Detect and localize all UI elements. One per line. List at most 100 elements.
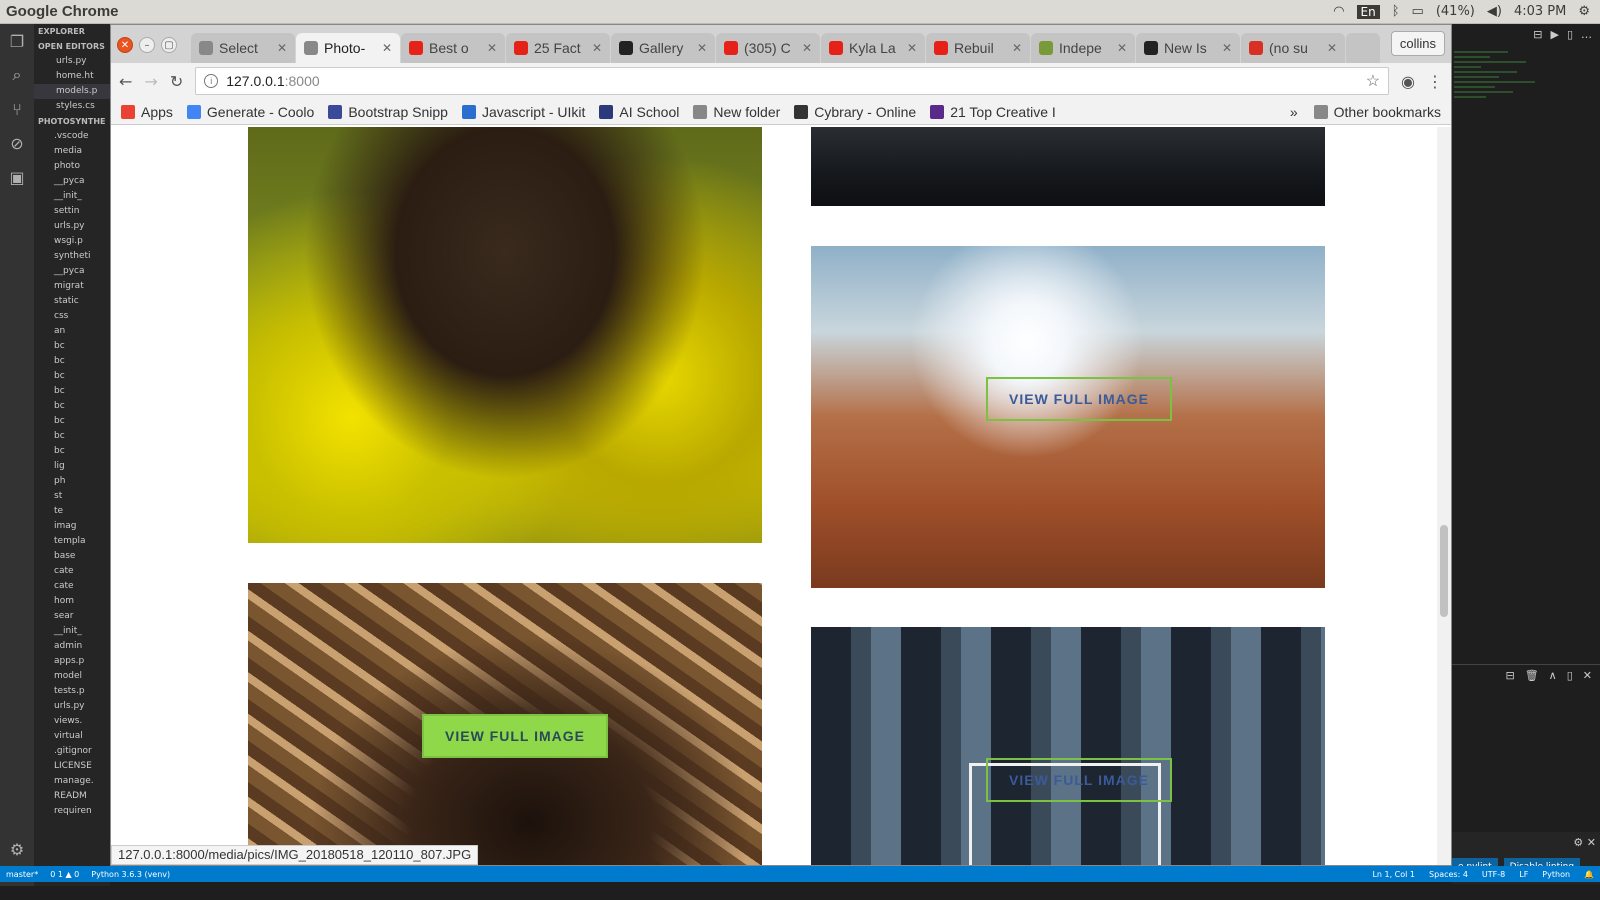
tree-item[interactable]: admin bbox=[34, 639, 110, 654]
problems-status[interactable]: 0 1 ▲ 0 bbox=[50, 870, 79, 879]
bookmark-item[interactable]: 21 Top Creative I bbox=[930, 104, 1056, 120]
close-icon[interactable]: ✕ bbox=[1583, 669, 1592, 684]
window-maximize-icon[interactable]: ▢ bbox=[161, 37, 177, 53]
browser-tab[interactable]: Gallery ✕ bbox=[611, 33, 715, 63]
view-full-image-button[interactable]: VIEW FULL IMAGE bbox=[986, 377, 1172, 421]
tree-item[interactable]: photo bbox=[34, 159, 110, 174]
forward-icon[interactable]: → bbox=[144, 72, 157, 91]
tree-item[interactable]: LICENSE bbox=[34, 759, 110, 774]
tree-item[interactable]: __pyca bbox=[34, 264, 110, 279]
scrollbar-thumb[interactable] bbox=[1440, 525, 1448, 617]
tree-item[interactable]: css bbox=[34, 309, 110, 324]
encoding[interactable]: UTF-8 bbox=[1482, 870, 1505, 879]
bell-icon[interactable]: 🔔 bbox=[1584, 870, 1594, 879]
gallery-image-1[interactable] bbox=[248, 127, 762, 543]
other-bookmarks[interactable]: Other bookmarks bbox=[1313, 104, 1441, 120]
browser-tab[interactable]: (305) C ✕ bbox=[716, 33, 820, 63]
browser-tab[interactable]: 25 Fact ✕ bbox=[506, 33, 610, 63]
language-mode[interactable]: Python bbox=[1542, 870, 1570, 879]
browser-tab[interactable]: Rebuil ✕ bbox=[926, 33, 1030, 63]
tree-item[interactable]: urls.py bbox=[34, 699, 110, 714]
view-full-image-button[interactable]: VIEW FULL IMAGE bbox=[422, 714, 608, 758]
bluetooth-icon[interactable]: ᛒ bbox=[1392, 4, 1400, 19]
tree-item[interactable]: manage. bbox=[34, 774, 110, 789]
tree-item[interactable]: cate bbox=[34, 564, 110, 579]
manage-gear-icon[interactable]: ⚙ bbox=[0, 832, 34, 866]
project-header[interactable]: PHOTOSYNTHE bbox=[34, 114, 110, 129]
tree-item[interactable]: media bbox=[34, 144, 110, 159]
tab-close-icon[interactable]: ✕ bbox=[1327, 41, 1337, 55]
browser-tab[interactable]: Best o ✕ bbox=[401, 33, 505, 63]
tree-item[interactable]: urls.py bbox=[34, 219, 110, 234]
extension-icon[interactable]: ◉ bbox=[1401, 72, 1415, 91]
window-minimize-icon[interactable]: – bbox=[139, 37, 155, 53]
page-scrollbar[interactable] bbox=[1437, 127, 1451, 865]
tree-item[interactable]: model bbox=[34, 669, 110, 684]
keyboard-layout[interactable]: En bbox=[1356, 4, 1380, 19]
tree-item[interactable]: settin bbox=[34, 204, 110, 219]
extensions-icon[interactable]: ▣ bbox=[0, 160, 34, 194]
tree-item[interactable]: cate bbox=[34, 579, 110, 594]
tree-item[interactable]: base bbox=[34, 549, 110, 564]
tab-close-icon[interactable]: ✕ bbox=[802, 41, 812, 55]
tab-close-icon[interactable]: ✕ bbox=[1222, 41, 1232, 55]
tree-item[interactable]: bc bbox=[34, 444, 110, 459]
split-icon[interactable]: ⊟ bbox=[1533, 28, 1542, 41]
files-icon[interactable]: ❐ bbox=[0, 24, 34, 58]
gallery-image-4[interactable]: VIEW FULL IMAGE bbox=[248, 583, 762, 865]
maximize-icon[interactable]: ▯ bbox=[1567, 669, 1573, 684]
reload-icon[interactable]: ↻ bbox=[170, 72, 183, 91]
gallery-image-2[interactable] bbox=[811, 127, 1325, 206]
tab-close-icon[interactable]: ✕ bbox=[697, 41, 707, 55]
tree-item[interactable]: bc bbox=[34, 399, 110, 414]
info-icon[interactable]: i bbox=[204, 74, 219, 88]
tree-item[interactable]: __init_ bbox=[34, 624, 110, 639]
tree-item[interactable]: static bbox=[34, 294, 110, 309]
menu-icon[interactable]: ⋮ bbox=[1427, 72, 1443, 91]
clock[interactable]: 4:03 PM bbox=[1514, 4, 1566, 19]
trash-icon[interactable]: 🗑 bbox=[1525, 669, 1539, 684]
profile-button[interactable]: collins bbox=[1390, 31, 1445, 56]
settings-gear-icon[interactable]: ⚙ bbox=[1578, 4, 1590, 19]
more-icon[interactable]: … bbox=[1581, 28, 1592, 41]
tab-close-icon[interactable]: ✕ bbox=[277, 41, 287, 55]
bookmark-item[interactable]: New folder bbox=[693, 104, 780, 120]
open-editors-header[interactable]: OPEN EDITORS bbox=[34, 39, 110, 54]
window-close-icon[interactable]: ✕ bbox=[117, 37, 133, 53]
close-icon[interactable]: ✕ bbox=[1587, 836, 1596, 849]
tree-item[interactable]: bc bbox=[34, 414, 110, 429]
tree-item[interactable]: READM bbox=[34, 789, 110, 804]
tree-item[interactable]: templa bbox=[34, 534, 110, 549]
search-icon[interactable]: ⌕ bbox=[0, 58, 34, 92]
cursor-position[interactable]: Ln 1, Col 1 bbox=[1372, 870, 1415, 879]
branch-status[interactable]: master* bbox=[6, 870, 38, 879]
star-icon[interactable]: ☆ bbox=[1366, 71, 1380, 91]
tree-item[interactable]: bc bbox=[34, 429, 110, 444]
tab-close-icon[interactable]: ✕ bbox=[1117, 41, 1127, 55]
bookmark-item[interactable]: Bootstrap Snipp bbox=[328, 104, 448, 120]
open-file-item[interactable]: styles.cs bbox=[34, 99, 110, 114]
tree-item[interactable]: .vscode bbox=[34, 129, 110, 144]
open-file-item[interactable]: models.p bbox=[34, 84, 110, 99]
gear-icon[interactable]: ⚙ bbox=[1573, 836, 1583, 849]
run-icon[interactable]: ▶ bbox=[1550, 28, 1558, 41]
tree-item[interactable]: views. bbox=[34, 714, 110, 729]
tree-item[interactable]: ph bbox=[34, 474, 110, 489]
tree-item[interactable]: bc bbox=[34, 339, 110, 354]
browser-tab[interactable]: Photo- ✕ bbox=[296, 33, 400, 63]
debug-icon[interactable]: ⊘ bbox=[0, 126, 34, 160]
tree-item[interactable]: sear bbox=[34, 609, 110, 624]
browser-tab[interactable]: (no su ✕ bbox=[1241, 33, 1345, 63]
tab-close-icon[interactable]: ✕ bbox=[1012, 41, 1022, 55]
tab-close-icon[interactable]: ✕ bbox=[592, 41, 602, 55]
bookmark-item[interactable]: AI School bbox=[599, 104, 679, 120]
tree-item[interactable]: imag bbox=[34, 519, 110, 534]
interpreter-status[interactable]: Python 3.6.3 (venv) bbox=[91, 870, 170, 879]
minimap[interactable] bbox=[1454, 48, 1544, 198]
bookmark-item[interactable]: Cybrary - Online bbox=[794, 104, 916, 120]
browser-tab[interactable]: Kyla La ✕ bbox=[821, 33, 925, 63]
browser-tab[interactable]: Select ✕ bbox=[191, 33, 295, 63]
tab-close-icon[interactable]: ✕ bbox=[382, 41, 392, 55]
indentation[interactable]: Spaces: 4 bbox=[1429, 870, 1468, 879]
tree-item[interactable]: te bbox=[34, 504, 110, 519]
